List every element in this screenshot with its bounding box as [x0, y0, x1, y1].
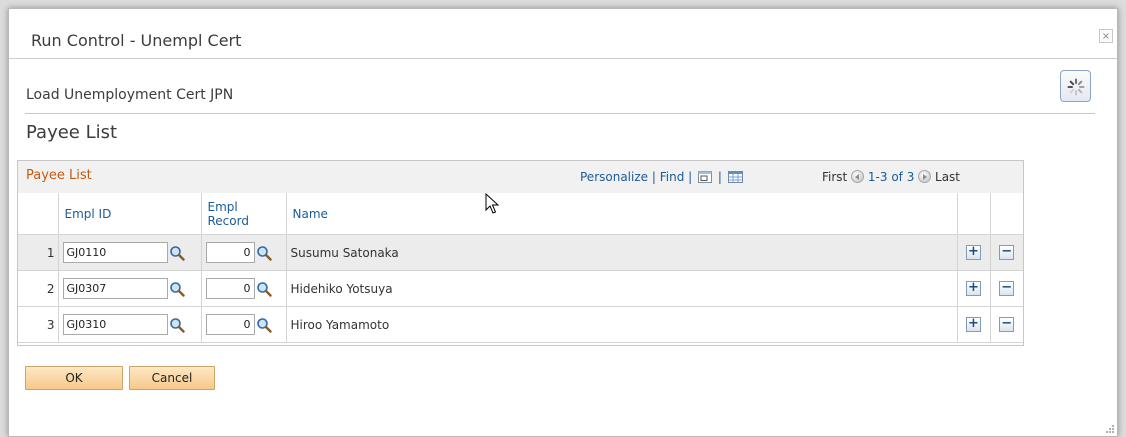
download-icon[interactable]	[727, 171, 743, 183]
empl-record-field[interactable]: 0	[205, 314, 255, 335]
table-row: 1 GJ0110 0 Susumu Satonaka + −	[18, 234, 1023, 271]
row-number: 1	[18, 234, 58, 271]
empl-record-cell: 0	[200, 306, 286, 343]
mouse-pointer-icon	[485, 193, 499, 214]
empl-record-field[interactable]: 0	[205, 278, 255, 299]
lookup-icon[interactable]	[169, 245, 185, 261]
first-link[interactable]: First	[822, 170, 847, 184]
dialog-title: Run Control - Unempl Cert	[31, 31, 242, 50]
row-number: 3	[18, 306, 58, 343]
row-number: 2	[18, 270, 58, 307]
column-header-row-number	[18, 193, 58, 235]
lookup-icon[interactable]	[169, 317, 185, 333]
empl-id-cell: GJ0310	[57, 306, 201, 343]
grid-title: Payee List	[26, 168, 92, 183]
header-divider	[25, 113, 1095, 114]
empl-record-field[interactable]: 0	[205, 242, 255, 263]
previous-row-icon[interactable]	[851, 170, 865, 183]
add-cell: +	[956, 234, 990, 271]
modal-dialog: Run Control - Unempl Cert × Load Unemplo…	[8, 8, 1118, 437]
personalize-link[interactable]: Personalize	[580, 170, 648, 184]
column-header-empl-id[interactable]: Empl ID	[57, 193, 201, 235]
ok-button[interactable]: OK	[25, 366, 123, 390]
empl-id-field[interactable]: GJ0310	[62, 314, 168, 335]
delete-cell: −	[989, 306, 1023, 343]
empl-id-field[interactable]: GJ0110	[62, 242, 168, 263]
column-header-delete	[989, 193, 1023, 235]
add-row-icon[interactable]: +	[966, 245, 981, 260]
resize-grip-icon[interactable]	[1105, 424, 1115, 434]
add-cell: +	[956, 270, 990, 307]
cancel-button[interactable]: Cancel	[129, 366, 215, 390]
delete-row-icon[interactable]: −	[999, 281, 1015, 296]
add-cell: +	[956, 306, 990, 343]
next-row-icon[interactable]	[918, 170, 932, 183]
row-range: 1-3 of 3	[867, 170, 915, 184]
last-link[interactable]: Last	[935, 170, 960, 184]
delete-row-icon[interactable]: −	[999, 245, 1015, 260]
delete-cell: −	[989, 270, 1023, 307]
grid-navigation-bar: Payee List Personalize | Find | | First …	[18, 161, 1023, 194]
zoom-icon[interactable]	[698, 171, 713, 183]
page-subtitle: Load Unemployment Cert JPN	[26, 87, 234, 103]
delete-cell: −	[989, 234, 1023, 271]
add-row-icon[interactable]: +	[966, 281, 981, 296]
table-row: 2 GJ0307 0 Hidehiko Yotsuya + −	[18, 270, 1023, 307]
empl-id-cell: GJ0307	[57, 270, 201, 307]
payee-table: Empl ID Empl Record Name 1 GJ0110 0 Susum…	[18, 193, 1023, 343]
name-cell: Susumu Satonaka	[285, 234, 957, 271]
empl-record-cell: 0	[200, 234, 286, 271]
column-header-add	[956, 193, 990, 235]
lookup-icon[interactable]	[169, 281, 185, 297]
separator: |	[651, 170, 656, 184]
close-icon[interactable]: ×	[1099, 29, 1113, 43]
lookup-icon[interactable]	[256, 317, 272, 333]
lookup-icon[interactable]	[256, 245, 272, 261]
name-cell: Hidehiko Yotsuya	[285, 270, 957, 307]
name-cell: Hiroo Yamamoto	[285, 306, 957, 343]
lookup-icon[interactable]	[256, 281, 272, 297]
processing-spinner-icon	[1067, 78, 1085, 96]
add-row-icon[interactable]: +	[966, 317, 981, 332]
table-header-row: Empl ID Empl Record Name	[18, 193, 1023, 235]
delete-row-icon[interactable]: −	[999, 317, 1015, 332]
grid-pager: First 1-3 of 3 Last	[822, 170, 960, 184]
grid-tools: Personalize | Find | |	[580, 170, 745, 184]
page-heading: Payee List	[26, 122, 118, 143]
column-header-empl-record[interactable]: Empl Record	[200, 193, 286, 235]
payee-list-grid: Payee List Personalize | Find | | First …	[17, 160, 1024, 346]
column-header-name[interactable]: Name	[285, 193, 957, 235]
separator: |	[717, 170, 722, 184]
table-row: 3 GJ0310 0 Hiroo Yamamoto + −	[18, 306, 1023, 343]
find-link[interactable]: Find	[660, 170, 685, 184]
separator: |	[688, 170, 693, 184]
title-divider	[9, 58, 1117, 59]
processing-button[interactable]	[1060, 70, 1091, 102]
empl-record-cell: 0	[200, 270, 286, 307]
empl-id-field[interactable]: GJ0307	[62, 278, 168, 299]
empl-id-cell: GJ0110	[57, 234, 201, 271]
